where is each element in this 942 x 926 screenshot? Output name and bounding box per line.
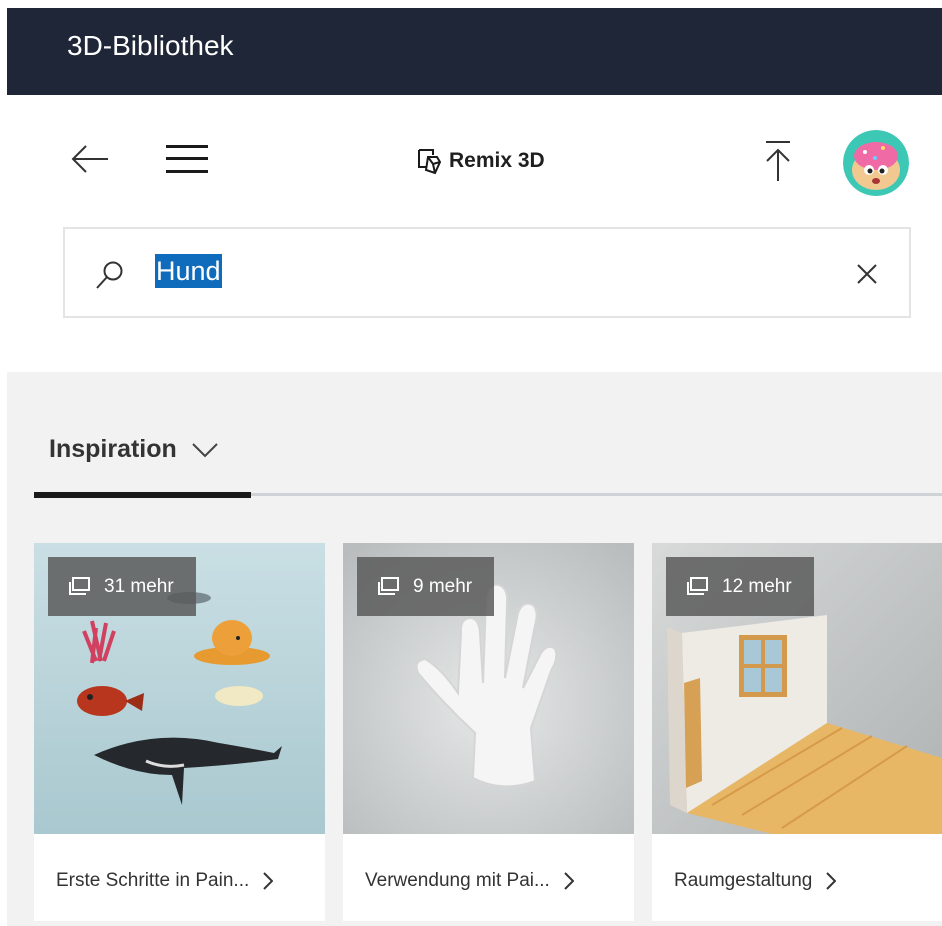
card-badge: 12 mehr (666, 557, 814, 616)
avatar[interactable] (843, 130, 909, 196)
card-title: Erste Schritte in Pain... (56, 870, 250, 891)
brand-link[interactable]: Remix 3D (415, 147, 545, 175)
gallery-panel: Inspiration 31 mehr Erste Schritte in Pa… (7, 372, 942, 926)
card-caption[interactable]: Verwendung mit Pai... (365, 870, 574, 892)
tab-active-indicator (34, 492, 251, 498)
chevron-right-icon (564, 872, 574, 890)
remix3d-logo-icon (418, 149, 441, 175)
card-title: Verwendung mit Pai... (365, 870, 550, 891)
chevron-right-icon (826, 872, 837, 890)
search-input[interactable]: Hund (155, 254, 222, 288)
card-caption[interactable]: Erste Schritte in Pain... (56, 870, 274, 892)
upload-icon[interactable] (762, 139, 794, 183)
donut-avatar-icon (843, 130, 909, 196)
title-bar: 3D-Bibliothek (7, 8, 942, 95)
collection-card-3[interactable]: 12 mehr Raumgestaltung (652, 543, 942, 921)
arrow-left-icon[interactable] (70, 139, 110, 179)
card-caption[interactable]: Raumgestaltung (674, 870, 837, 892)
collection-card-1[interactable]: 31 mehr Erste Schritte in Pain... (34, 543, 325, 921)
chevron-down-icon (192, 442, 218, 457)
card-title: Raumgestaltung (674, 870, 813, 891)
search-box[interactable]: Hund (63, 227, 911, 318)
brand-label: Remix 3D (449, 149, 545, 172)
stack-icon (687, 576, 708, 595)
stack-icon (69, 576, 90, 595)
chevron-right-icon (263, 872, 274, 890)
card-badge: 9 mehr (357, 557, 495, 616)
window-title: 3D-Bibliothek (67, 30, 234, 61)
collection-card-2[interactable]: 9 mehr Verwendung mit Pai... (343, 543, 634, 921)
hamburger-icon[interactable] (166, 142, 208, 176)
tab-underline (34, 492, 942, 498)
stack-icon (378, 576, 399, 595)
tab-label: Inspiration (49, 435, 177, 463)
close-icon[interactable] (855, 262, 879, 286)
card-badge: 31 mehr (48, 557, 196, 616)
tab-inspiration[interactable]: Inspiration (49, 435, 219, 464)
search-icon (96, 261, 123, 289)
badge-label: 31 mehr (104, 575, 174, 597)
badge-label: 9 mehr (413, 575, 473, 597)
badge-label: 12 mehr (722, 575, 792, 597)
